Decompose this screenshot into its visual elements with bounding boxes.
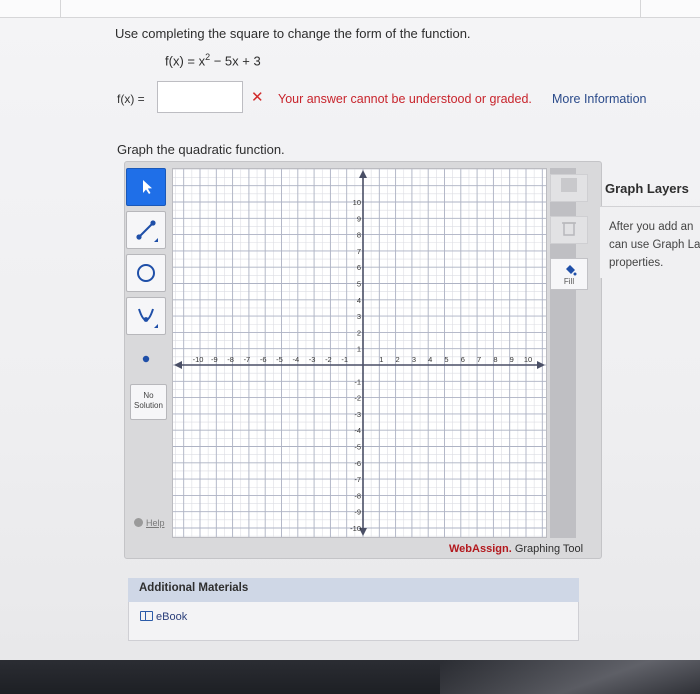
y-tick-label: -6 [354,459,361,468]
y-tick-label: -9 [354,508,361,517]
y-axis-arrow-up [359,170,367,178]
screen-bezel [0,660,700,694]
x-tick-label: -4 [292,355,299,364]
x-tick-label: -5 [276,355,283,364]
x-tick-label: 5 [444,355,448,364]
brand-suffix: Graphing Tool [511,543,584,555]
point-icon [142,355,150,363]
x-axis-arrow-right [537,361,545,369]
graph-layers-title: Graph Layers [605,181,689,196]
y-tick-label: 8 [357,231,361,240]
y-tick-label: 2 [357,328,361,337]
point-tool-button[interactable] [126,340,166,378]
screen-glare [440,660,700,694]
y-tick-label: 1 [357,345,361,354]
incorrect-icon: ✕ [251,89,264,106]
help-icon [134,518,143,527]
y-tick-label: 4 [357,296,361,305]
x-tick-label: -2 [325,355,332,364]
x-tick-label: 4 [428,355,432,364]
no-solution-label: Solution [134,401,163,410]
page: Use completing the square to change the … [0,0,700,660]
top-bar-divider [60,0,61,18]
brand-name: WebAssign. [449,543,512,555]
x-tick-label: 9 [510,355,514,364]
y-tick-label: -1 [354,377,361,386]
function-definition: f(x) = x2 − 5x + 3 [165,52,261,68]
paint-bucket-icon [566,265,577,276]
answer-input[interactable] [157,81,243,113]
x-tick-label: 10 [524,355,532,364]
x-tick-label: -7 [244,355,251,364]
clear-graph-button[interactable] [550,174,588,202]
y-tick-label: -8 [354,491,361,500]
function-lhs: f(x) = x [165,53,206,69]
x-tick-label: 2 [396,355,400,364]
parabola-icon [138,308,158,328]
more-information-link[interactable]: More Information [552,92,646,106]
y-tick-label: 10 [353,198,361,207]
function-rhs: − 5x + 3 [210,53,261,69]
graph-prompt: Graph the quadratic function. [117,142,285,157]
x-tick-label: 3 [412,355,416,364]
fill-button[interactable]: Fill [550,258,588,290]
top-bar [0,0,700,18]
circle-tool-button[interactable] [126,254,166,292]
line-icon [136,220,158,242]
fill-label: Fill [563,277,575,286]
line-tool-button[interactable] [126,211,166,249]
y-tick-label: 5 [357,280,361,289]
book-icon [140,611,153,621]
help-label: Help [146,518,165,528]
y-tick-label: -10 [350,524,361,533]
x-tick-label: 8 [493,355,497,364]
graph-canvas[interactable]: -10 -9 -8 -7 -6 -5 -4 -3 -2 -1 1 2 3 4 5 6 7 8 9 10 10 9 8 7 6 5 4… [172,168,547,538]
clear-icon [561,178,577,192]
answer-label: f(x) = [117,92,145,106]
trash-icon [562,222,576,236]
no-solution-label: No [143,391,154,400]
x-tick-label: -9 [211,355,218,364]
webassign-graphing-tool-brand: WebAssign. Graphing Tool [449,543,583,555]
x-tick-label: -3 [309,355,316,364]
top-bar-divider [640,0,641,18]
x-tick-label: 6 [461,355,465,364]
x-tick-label: -8 [227,355,234,364]
no-solution-button[interactable]: No Solution [130,384,167,420]
y-tick-label: 9 [357,214,361,223]
question-instruction: Use completing the square to change the … [115,26,471,41]
delete-button[interactable] [550,216,588,244]
x-tick-label: 1 [379,355,383,364]
graph-layers-help-text: After you add an can use Graph La proper… [609,221,700,269]
circle-icon [137,264,155,282]
x-tick-label: 7 [477,355,481,364]
y-tick-label: 3 [357,312,361,321]
error-message: Your answer cannot be understood or grad… [278,92,532,106]
y-tick-label: 7 [357,247,361,256]
ebook-link[interactable]: eBook [140,611,187,623]
y-tick-label: -7 [354,475,361,484]
ebook-label: eBook [156,611,188,623]
x-tick-label: -6 [260,355,267,364]
coordinate-grid[interactable]: -10 -9 -8 -7 -6 -5 -4 -3 -2 -1 1 2 3 4 5 6 7 8 9 10 10 9 8 7 6 5 4… [173,169,546,537]
y-tick-label: -4 [354,426,361,435]
pointer-icon [143,180,152,194]
pointer-tool-button[interactable] [126,168,166,206]
x-tick-label: -10 [193,355,204,364]
help-link[interactable]: Help [134,518,165,528]
x-axis-arrow-left [174,361,182,369]
y-tick-label: -5 [354,443,361,452]
x-tick-label: -1 [341,355,348,364]
parabola-tool-button[interactable] [126,297,166,335]
y-tick-label: -2 [354,394,361,403]
y-tick-label: -3 [354,410,361,419]
y-tick-label: 6 [357,263,361,272]
additional-materials-title: Additional Materials [139,582,249,594]
